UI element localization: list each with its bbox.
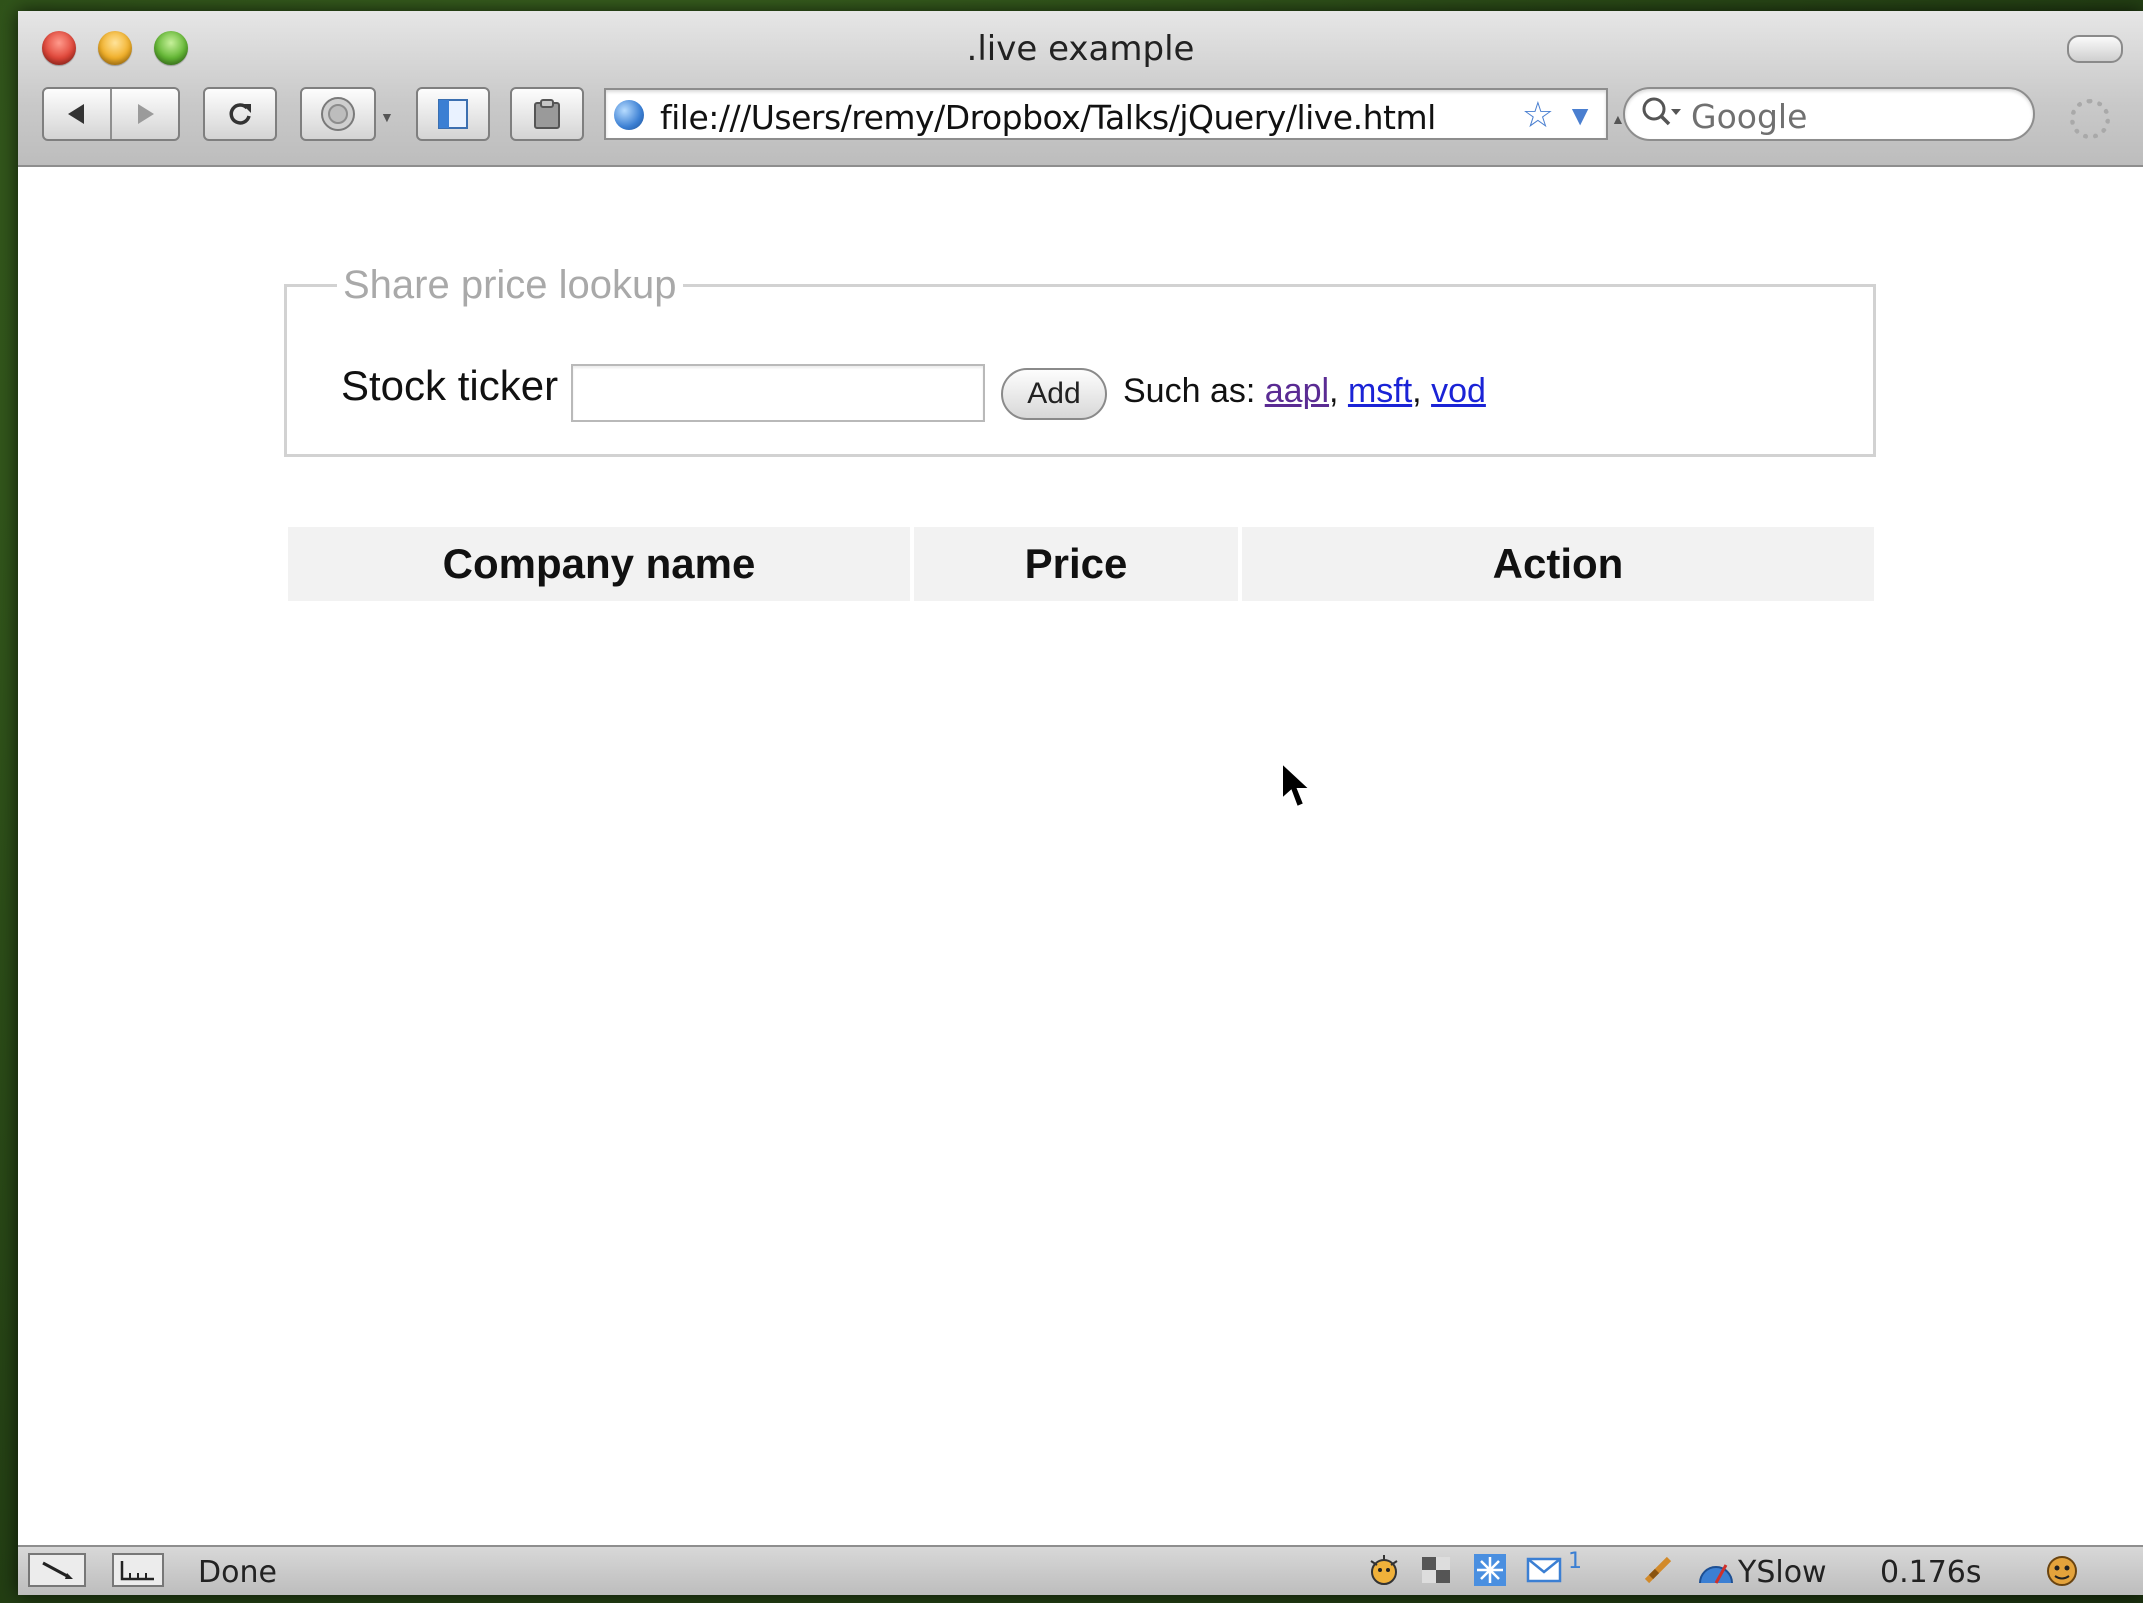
firebug-icon[interactable]	[1362, 1553, 1406, 1587]
mail-icon[interactable]	[1524, 1553, 1564, 1587]
toolbar-toggle-button[interactable]	[2067, 35, 2123, 63]
quotes-table: Company name Price Action	[284, 527, 1878, 601]
yslow-label[interactable]: YSlow	[1738, 1555, 1827, 1590]
forward-button[interactable]	[110, 89, 178, 139]
stock-ticker-label: Stock ticker	[341, 362, 559, 409]
mouse-cursor-icon	[1281, 761, 1313, 809]
column-header-company: Company name	[288, 527, 910, 601]
home-icon	[321, 97, 355, 131]
search-icon	[1639, 93, 1683, 142]
address-bar[interactable]: file:///Users/remy/Dropbox/Talks/jQuery/…	[604, 88, 1608, 140]
column-header-action: Action	[1242, 527, 1874, 601]
page-content: Share price lookup Stock ticker Add Such…	[18, 167, 2143, 1547]
sidebar-button[interactable]	[416, 87, 490, 141]
browser-chrome: .live example ▼ file:///Users/remy/Dropb…	[18, 11, 2143, 167]
home-button[interactable]	[300, 87, 376, 141]
table-header-row: Company name Price Action	[288, 527, 1874, 601]
hint-prefix: Such as:	[1123, 372, 1265, 410]
url-dropdown-icon[interactable]: ▼	[1566, 100, 1594, 132]
greasemonkey-icon[interactable]	[2040, 1553, 2084, 1587]
back-button[interactable]	[44, 89, 110, 139]
home-dropdown-icon[interactable]: ▼	[380, 109, 394, 125]
column-header-price: Price	[914, 527, 1238, 601]
stock-ticker-input[interactable]	[571, 364, 985, 422]
reload-icon	[229, 103, 251, 125]
clipboard-button[interactable]	[510, 87, 584, 141]
url-text: file:///Users/remy/Dropbox/Talks/jQuery/…	[660, 98, 1436, 137]
status-text: Done	[198, 1555, 277, 1590]
back-arrow-icon	[68, 104, 84, 124]
back-forward-group	[42, 87, 180, 141]
hint-separator: ,	[1412, 372, 1422, 410]
throbber-icon	[2070, 99, 2110, 139]
forward-arrow-icon	[138, 104, 154, 124]
reload-button[interactable]	[203, 87, 277, 141]
search-box[interactable]: Google	[1623, 87, 2035, 141]
browser-window: .live example ▼ file:///Users/remy/Dropb…	[18, 11, 2143, 1595]
share-price-fieldset: Share price lookup Stock ticker Add Such…	[284, 263, 1876, 457]
yslow-icon[interactable]	[1694, 1553, 1738, 1587]
globe-icon	[614, 100, 644, 130]
add-button[interactable]: Add	[1001, 368, 1107, 420]
clipboard-icon	[534, 99, 560, 129]
window-title: .live example	[966, 29, 1195, 69]
snowflake-icon[interactable]	[1470, 1553, 1510, 1587]
sidebar-icon	[438, 99, 468, 129]
search-placeholder: Google	[1691, 97, 1808, 136]
ruler-icon[interactable]	[112, 1553, 164, 1587]
checkerboard-icon[interactable]	[1416, 1553, 1456, 1587]
tool-icon[interactable]	[1638, 1553, 1678, 1587]
pencil-tool-icon[interactable]	[28, 1553, 86, 1587]
mail-count: 1	[1568, 1549, 1582, 1574]
hint-separator: ,	[1329, 372, 1339, 410]
example-hint: Such as: aapl, msft, vod	[1123, 372, 1486, 411]
example-link-msft[interactable]: msft	[1348, 372, 1412, 410]
fieldset-legend: Share price lookup	[343, 263, 677, 307]
example-link-vod[interactable]: vod	[1431, 372, 1486, 410]
example-link-aapl[interactable]: aapl	[1265, 372, 1329, 410]
load-time: 0.176s	[1880, 1555, 1982, 1590]
bookmark-star-icon[interactable]: ☆	[1522, 94, 1554, 136]
status-bar: Done 1 YSlow 0.176s	[18, 1545, 2143, 1595]
